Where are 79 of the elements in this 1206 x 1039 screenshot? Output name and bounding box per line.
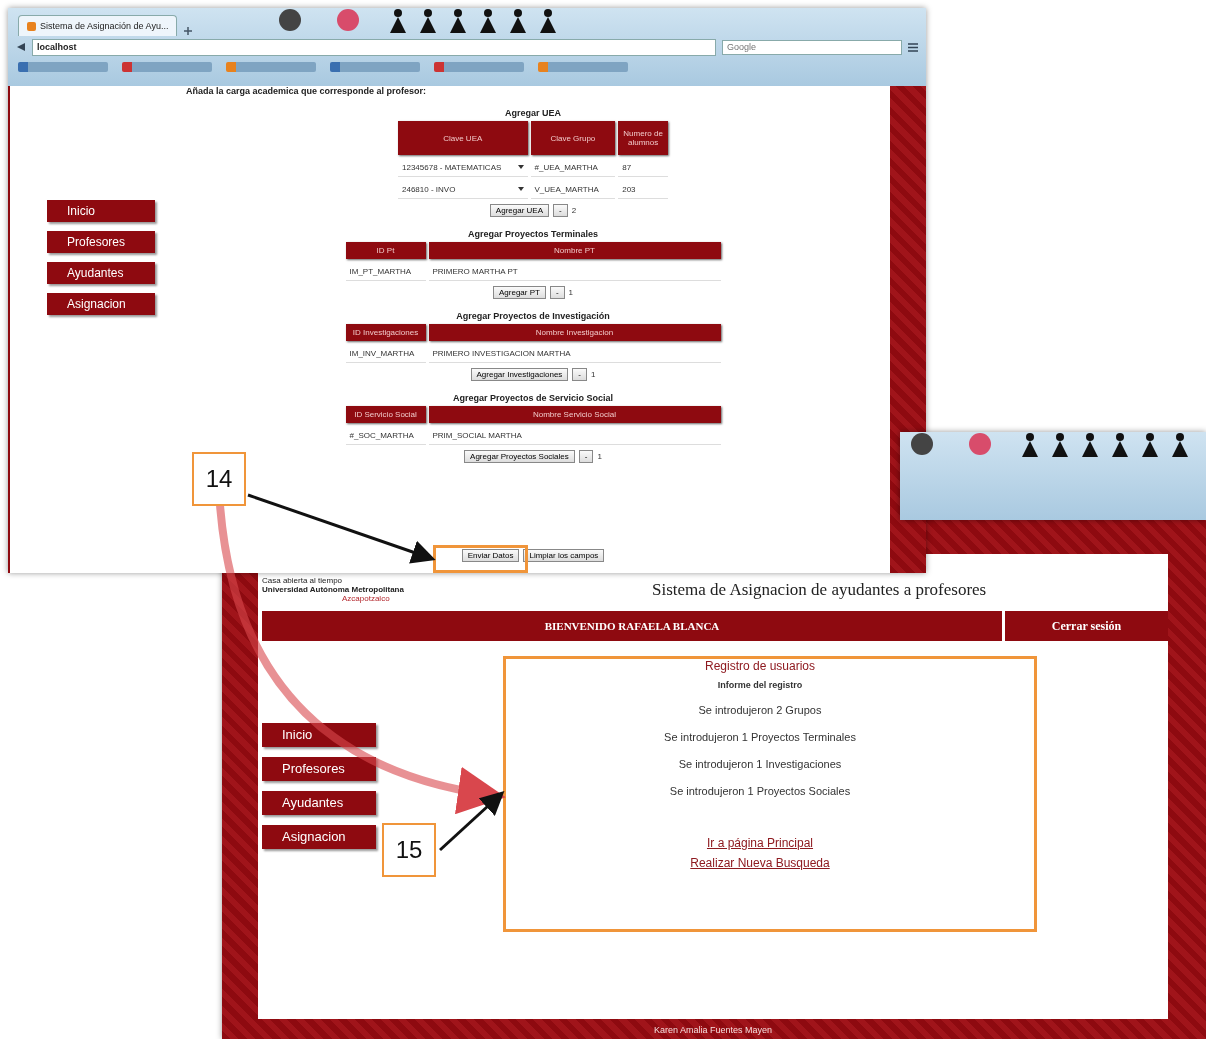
bookmark[interactable] (330, 62, 420, 72)
column-header: Clave Grupo (530, 121, 616, 155)
section-title: Agregar Proyectos de Servicio Social (452, 393, 614, 403)
add-button[interactable]: Agregar UEA (489, 204, 549, 217)
count-text: 1 (597, 452, 602, 461)
column-header: ID Pt (345, 242, 426, 259)
browser-tab[interactable]: Sistema de Asignación de Ayu... (18, 15, 178, 36)
nav-link[interactable]: Profesores (47, 231, 155, 253)
column-header: Nombre Investigacion (428, 324, 721, 341)
input-field[interactable]: 203 (618, 180, 668, 199)
welcome-banner: BIENVENIDO RAFAELA BLANCA (262, 611, 1002, 641)
menu-icon[interactable] (908, 42, 918, 52)
nav-link[interactable]: Ayudantes (262, 791, 376, 815)
address-bar[interactable]: localhost (32, 38, 716, 56)
plus-icon[interactable] (183, 26, 194, 36)
dropdown[interactable]: 12345678 - MATEMATICAS (398, 158, 528, 177)
report-title: Registro de usuarios (704, 659, 816, 673)
caret-icon (517, 187, 524, 191)
university-logo: Casa abierta al tiempo Universidad Autónoma Metropolitana Azcapotzalco (262, 576, 405, 603)
input-field[interactable]: V_UEA_MARTHA (530, 180, 616, 199)
dropdown[interactable]: 246810 - INVO (398, 180, 528, 199)
remove-button[interactable]: - (549, 286, 565, 299)
report-line: Se introdujeron 1 Investigaciones (678, 758, 842, 770)
section-title: Agregar Proyectos de Investigación (456, 311, 610, 321)
back-icon[interactable] (16, 42, 26, 52)
nav-link[interactable]: Inicio (47, 200, 155, 222)
count-text: 1 (591, 370, 596, 379)
input-field[interactable]: PRIM_SOCIAL MARTHA (428, 426, 721, 445)
instructions-text: Añada la carga academica que corresponde al profesor: (186, 86, 427, 96)
nav-link[interactable]: Inicio (262, 723, 376, 747)
bookmark[interactable] (434, 62, 524, 72)
step-number: 15 (382, 823, 436, 877)
input-field[interactable]: PRIMERO INVESTIGACION MARTHA (428, 344, 721, 363)
page-link[interactable]: Ir a página Principal (706, 836, 814, 850)
submit-button[interactable]: Enviar Datos (461, 549, 520, 562)
nav-link[interactable]: Asignacion (47, 293, 155, 315)
column-header: ID Servicio Social (345, 406, 426, 423)
add-button[interactable]: Agregar Proyectos Sociales (464, 450, 575, 463)
step-number: 14 (192, 452, 246, 506)
site-title: Sistema de Asignacion de ayudantes a profesores (652, 579, 987, 600)
pointer-arrow (439, 790, 505, 852)
logout-link[interactable]: Cerrar sesión (1005, 611, 1168, 641)
input-field[interactable]: IM_PT_MARTHA (345, 262, 426, 281)
column-header: ID Investigaciones (345, 324, 426, 341)
add-button[interactable]: Agregar Investigaciones (470, 368, 569, 381)
report-line: Se introdujeron 2 Grupos (698, 704, 822, 716)
search-field[interactable]: Google (722, 39, 902, 55)
page-icon (27, 21, 36, 31)
footer-text: Karen Amalia Fuentes Mayen (652, 1025, 774, 1035)
count-text: 2 (571, 206, 577, 215)
column-header: Nombre Servicio Social (428, 406, 721, 423)
input-field[interactable]: IM_INV_MARTHA (345, 344, 426, 363)
column-header: Nombre PT (428, 242, 721, 259)
input-field[interactable]: #_UEA_MARTHA (530, 158, 616, 177)
bookmark[interactable] (18, 62, 108, 72)
nav-link[interactable]: Ayudantes (47, 262, 155, 284)
page-link[interactable]: Realizar Nueva Busqueda (690, 856, 830, 870)
column-header: Numero de alumnos (618, 121, 668, 155)
caret-icon (517, 165, 524, 169)
input-field[interactable]: PRIMERO MARTHA PT (428, 262, 721, 281)
add-button[interactable]: Agregar PT (493, 286, 546, 299)
nav-link[interactable]: Asignacion (262, 825, 376, 849)
bookmark[interactable] (538, 62, 628, 72)
report-line: Se introdujeron 1 Proyectos Terminales (664, 731, 856, 743)
bookmark[interactable] (122, 62, 212, 72)
column-header: Clave UEA (398, 121, 528, 155)
report-subtitle: Informe del registro (717, 680, 803, 690)
section-title: Agregar UEA (505, 108, 561, 118)
remove-button[interactable]: - (578, 450, 594, 463)
clear-button[interactable]: Limpiar los campos (523, 549, 605, 562)
section-title: Agregar Proyectos Terminales (468, 229, 598, 239)
report-line: Se introdujeron 1 Proyectos Sociales (669, 785, 851, 797)
remove-button[interactable]: - (572, 368, 587, 381)
count-text: 1 (568, 288, 573, 297)
input-field[interactable]: #_SOC_MARTHA (345, 426, 426, 445)
remove-button[interactable]: - (553, 204, 568, 217)
bookmark[interactable] (226, 62, 316, 72)
nav-link[interactable]: Profesores (262, 757, 376, 781)
input-field[interactable]: 87 (618, 158, 668, 177)
